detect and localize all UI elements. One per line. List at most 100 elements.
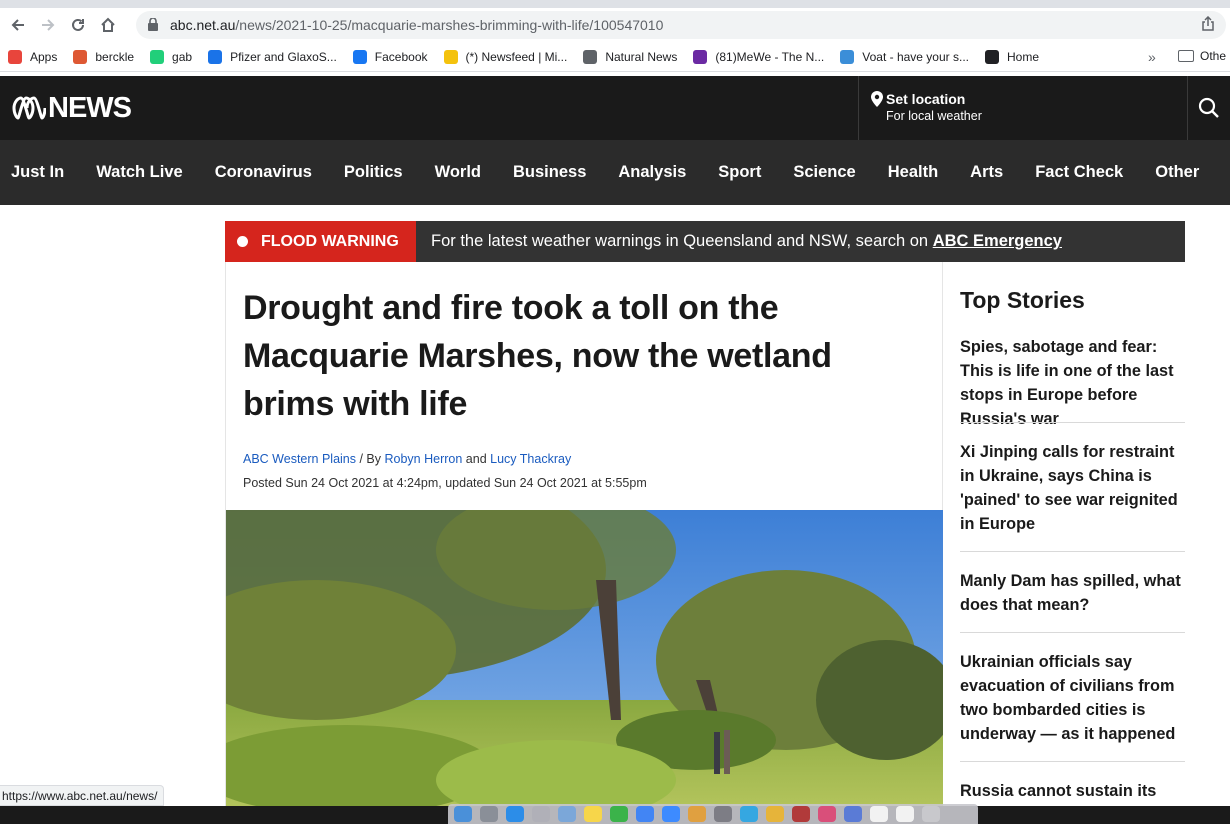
nav-item[interactable]: Watch Live xyxy=(96,163,183,182)
story-divider xyxy=(960,551,1185,552)
nav-item[interactable]: Health xyxy=(888,163,938,182)
story-link[interactable]: Xi Jinping calls for restraint in Ukrain… xyxy=(960,440,1185,536)
reload-icon[interactable] xyxy=(63,10,93,40)
story-link[interactable]: Spies, sabotage and fear: This is life i… xyxy=(960,335,1185,431)
bookmark-label: Home xyxy=(1007,49,1040,64)
address-bar[interactable]: abc.net.au/news/2021-10-25/macquarie-mar… xyxy=(136,11,1226,39)
nav-item[interactable]: Just In xyxy=(11,163,64,182)
nav-item[interactable]: Science xyxy=(793,163,855,182)
set-location-subtitle: For local weather xyxy=(886,109,982,123)
nav-item[interactable]: Politics xyxy=(344,163,403,182)
document-icon[interactable] xyxy=(896,806,914,822)
help-icon[interactable] xyxy=(532,806,550,822)
bookmark-item[interactable]: (*) Newsfeed | Mi... xyxy=(443,49,567,64)
flood-warning-banner: FLOOD WARNING For the latest weather war… xyxy=(225,221,1185,262)
url-text: abc.net.au/news/2021-10-25/macquarie-mar… xyxy=(170,17,664,33)
macos-dock xyxy=(448,804,978,824)
bookmark-label: Facebook xyxy=(374,49,428,64)
settings-icon[interactable] xyxy=(714,806,732,822)
bookmark-item[interactable]: Pfizer and GlaxoS... xyxy=(208,49,337,64)
bookmark-item[interactable]: Facebook xyxy=(352,49,428,64)
article: Drought and fire took a toll on the Macq… xyxy=(225,262,943,824)
author-link-herron[interactable]: Robyn Herron xyxy=(385,452,463,466)
bookmark-item[interactable]: Natural News xyxy=(583,49,678,64)
abc-lissajous-icon xyxy=(12,96,46,120)
color-picker-icon[interactable] xyxy=(818,806,836,822)
nav-item[interactable]: Arts xyxy=(970,163,1003,182)
nav-item[interactable]: Other xyxy=(1155,163,1199,182)
folder-icon xyxy=(1178,50,1194,62)
top-stories-sidebar: Top Stories Spies, sabotage and fear: Th… xyxy=(944,262,1185,824)
byline-and: and xyxy=(462,452,491,466)
author-link-thackray[interactable]: Lucy Thackray xyxy=(490,452,571,466)
voat-icon xyxy=(840,49,855,64)
alert-dot-icon xyxy=(237,236,248,247)
byline-by: / By xyxy=(356,452,385,466)
chrome-icon[interactable] xyxy=(636,806,654,822)
bookmarks-bar: Apps berckle gab Pfizer and GlaxoS... Facebo… xyxy=(0,42,1230,72)
story-link[interactable]: Ukrainian officials say evacuation of ci… xyxy=(960,650,1185,746)
bookmark-item[interactable]: Apps xyxy=(8,49,58,64)
byline: ABC Western Plains / By Robyn Herron and… xyxy=(243,452,571,466)
nav-item[interactable]: Fact Check xyxy=(1035,163,1123,182)
search-icon[interactable] xyxy=(1188,76,1230,140)
bookmark-item[interactable]: berckle xyxy=(73,49,134,64)
other-bookmarks-label: Othe xyxy=(1200,49,1227,63)
hero-image[interactable] xyxy=(226,510,943,824)
bookmark-item[interactable]: Voat - have your s... xyxy=(840,49,969,64)
telegram-icon[interactable] xyxy=(740,806,758,822)
set-location-title: Set location xyxy=(886,91,966,107)
bookmark-label: (81)MeWe - The N... xyxy=(715,49,825,64)
abc-emergency-link[interactable]: ABC Emergency xyxy=(933,232,1062,250)
abc-header: NEWS Set location For local weather xyxy=(0,76,1230,140)
bookmark-label: Apps xyxy=(30,49,58,64)
other-bookmarks[interactable]: Othe xyxy=(1178,49,1226,63)
nav-item[interactable]: Coronavirus xyxy=(215,163,312,182)
source-link[interactable]: ABC Western Plains xyxy=(243,452,356,466)
finder-icon[interactable] xyxy=(454,806,472,822)
wetland-photo xyxy=(226,510,943,824)
back-arrow-icon[interactable] xyxy=(3,10,33,40)
browser-tab-strip xyxy=(0,0,1230,8)
main-nav: Just In Watch Live Coronavirus Politics Worl… xyxy=(0,140,1230,205)
bookmark-item[interactable]: gab xyxy=(150,49,192,64)
keynote-icon[interactable] xyxy=(844,806,862,822)
bookmarks-overflow[interactable]: » xyxy=(1148,49,1156,65)
article-headline: Drought and fire took a toll on the Macq… xyxy=(243,289,832,423)
nav-item[interactable]: World xyxy=(435,163,481,182)
facetime-icon[interactable] xyxy=(610,806,628,822)
publish-dates: Posted Sun 24 Oct 2021 at 4:24pm, update… xyxy=(243,476,647,490)
photos-icon[interactable] xyxy=(688,806,706,822)
photo-booth-icon[interactable] xyxy=(792,806,810,822)
nav-item[interactable]: Business xyxy=(513,163,586,182)
lock-icon xyxy=(148,17,160,32)
flood-warning-label: FLOOD WARNING xyxy=(261,232,399,250)
share-icon[interactable] xyxy=(1202,15,1214,34)
story-link[interactable]: Manly Dam has spilled, what does that me… xyxy=(960,569,1185,617)
news-wordmark: NEWS xyxy=(48,92,132,124)
nav-item[interactable]: Sport xyxy=(718,163,761,182)
launchpad-icon[interactable] xyxy=(480,806,498,822)
mewe-icon xyxy=(693,49,708,64)
chrome-canary-icon[interactable] xyxy=(766,806,784,822)
safari-icon[interactable] xyxy=(506,806,524,822)
forward-arrow-icon[interactable] xyxy=(33,10,63,40)
messenger-icon[interactable] xyxy=(662,806,680,822)
flood-warning-message: For the latest weather warnings in Queen… xyxy=(431,232,1062,251)
location-pin-icon xyxy=(871,91,883,107)
apps-grid-icon xyxy=(8,49,22,64)
notes-icon[interactable] xyxy=(584,806,602,822)
bookmark-item[interactable]: (81)MeWe - The N... xyxy=(693,49,825,64)
document-icon[interactable] xyxy=(870,806,888,822)
set-location-button[interactable]: Set location For local weather xyxy=(858,76,1188,140)
flood-message-text: For the latest weather warnings in Queen… xyxy=(431,232,933,250)
trash-icon[interactable] xyxy=(922,806,940,822)
bookmark-label: Natural News xyxy=(605,49,678,64)
abc-news-logo[interactable]: NEWS xyxy=(12,92,132,124)
story-link[interactable]: Russia cannot sustain its xyxy=(960,779,1185,803)
bookmark-item[interactable]: Home xyxy=(985,49,1040,64)
nav-item[interactable]: Analysis xyxy=(618,163,686,182)
preview-icon[interactable] xyxy=(558,806,576,822)
lightbulb-icon xyxy=(443,49,458,64)
home-icon[interactable] xyxy=(93,10,123,40)
